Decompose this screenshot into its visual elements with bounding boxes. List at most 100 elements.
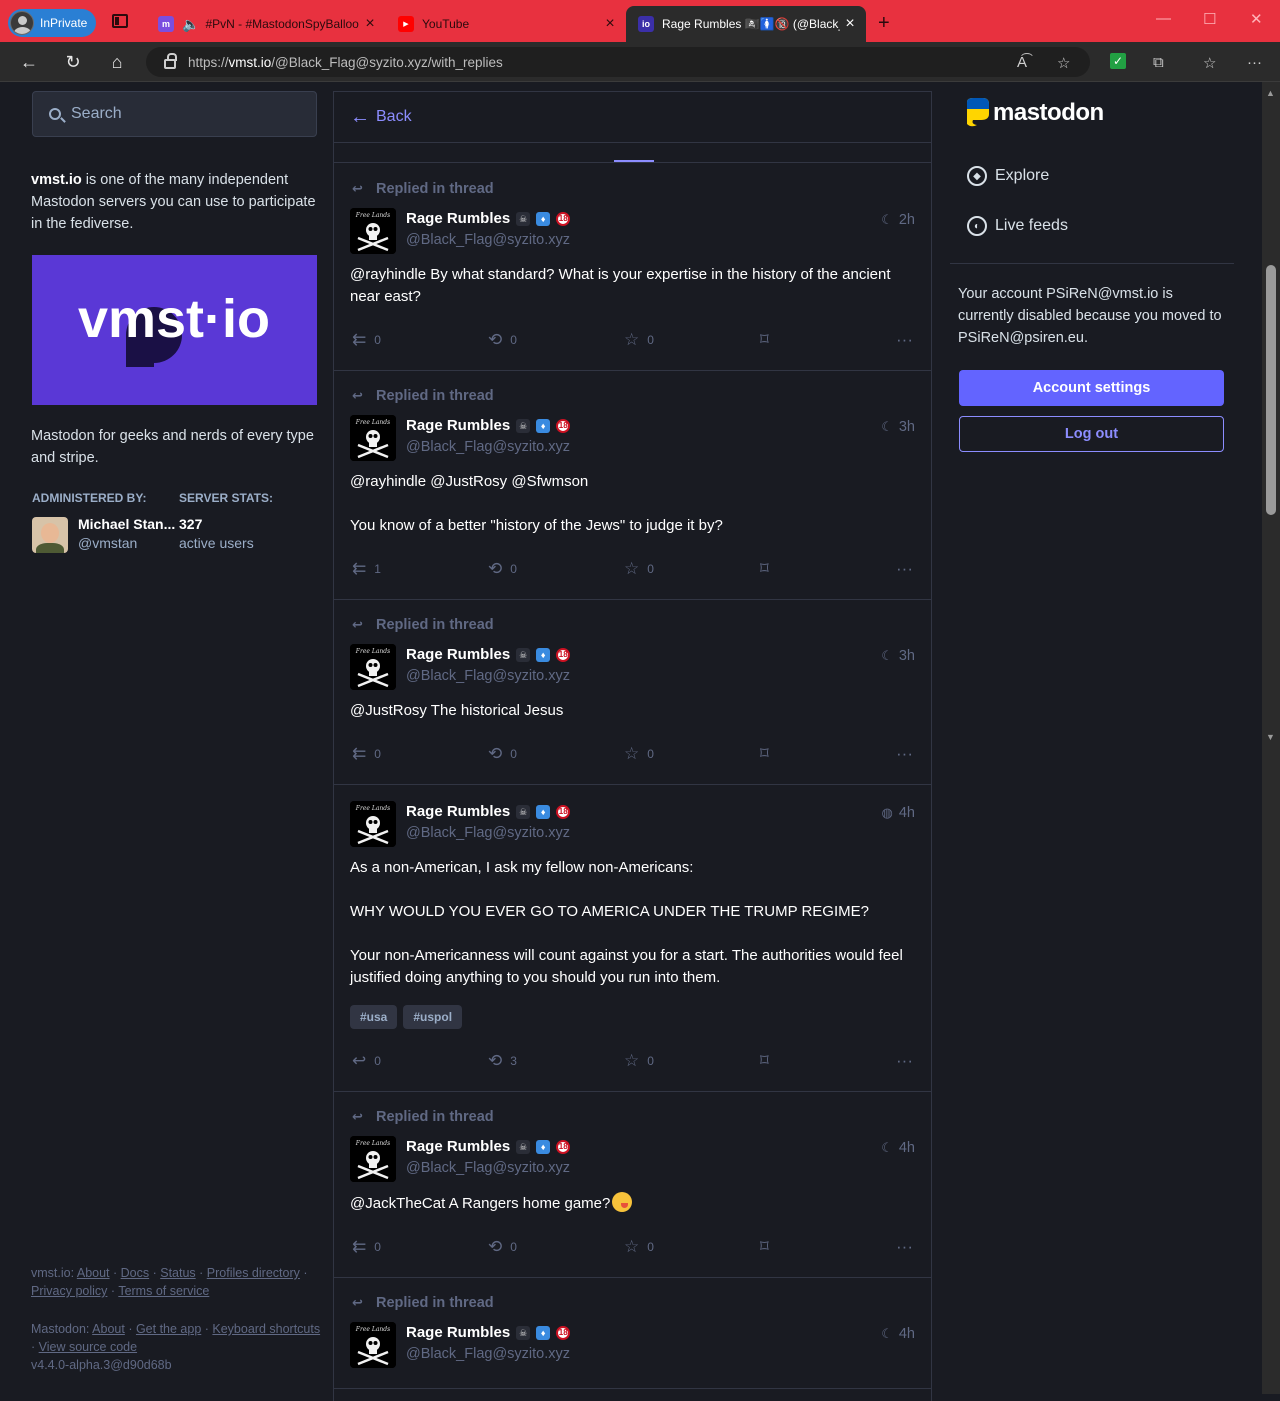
workspaces-icon[interactable]: [112, 14, 128, 28]
status-item[interactable]: ↩ Replied in thread Free Lands Rage Rumbles…: [334, 1092, 931, 1278]
refresh-icon[interactable]: ↻: [61, 50, 85, 74]
favorites-icon[interactable]: ☆: [1203, 54, 1216, 72]
close-window-icon[interactable]: ✕: [1250, 10, 1263, 28]
footer-link-docs[interactable]: Docs: [121, 1266, 149, 1280]
footer-link-get-app[interactable]: Get the app: [136, 1322, 201, 1336]
boost-button[interactable]: ⟲ 3: [488, 1049, 517, 1073]
footer-link-about[interactable]: About: [77, 1266, 110, 1280]
close-tab-icon[interactable]: ×: [360, 15, 380, 33]
back-arrow-icon[interactable]: ←: [17, 50, 41, 74]
tab-rage-rumbles[interactable]: io Rage Rumbles 🏴‍☠️🚺🔞 (@Black_Fl ×: [626, 6, 866, 42]
reply-button[interactable]: ↩ 0: [352, 1049, 381, 1073]
display-name[interactable]: Rage Rumbles ☠ ♦ 18: [406, 417, 571, 434]
reply-button[interactable]: ⇇ 0: [352, 1235, 381, 1259]
search-input[interactable]: Search: [32, 91, 317, 137]
extensions-icon[interactable]: ⧉: [1153, 54, 1164, 71]
hashtag[interactable]: #uspol: [403, 1005, 463, 1029]
minimize-icon[interactable]: —: [1156, 10, 1171, 27]
more-options-button[interactable]: ···: [896, 328, 913, 352]
home-icon[interactable]: ⌂: [105, 50, 129, 74]
speaker-icon[interactable]: 🔈: [182, 16, 199, 33]
avatar[interactable]: Free Lands: [350, 1136, 396, 1182]
extension-check-icon[interactable]: ✓: [1110, 53, 1126, 69]
avatar[interactable]: Free Lands: [350, 644, 396, 690]
favorite-star-icon[interactable]: ☆: [1057, 54, 1070, 72]
display-name[interactable]: Rage Rumbles ☠ ♦ 18: [406, 1324, 571, 1341]
reply-button[interactable]: ⇇ 0: [352, 328, 381, 352]
page-scrollbar[interactable]: ▲ ▼: [1262, 82, 1280, 1394]
avatar[interactable]: Free Lands: [350, 415, 396, 461]
admin-name[interactable]: Michael Stan...: [78, 516, 175, 532]
avatar[interactable]: Free Lands: [350, 801, 396, 847]
log-out-button[interactable]: Log out: [959, 416, 1224, 452]
display-name[interactable]: Rage Rumbles ☠ ♦ 18: [406, 803, 571, 820]
avatar[interactable]: Free Lands: [350, 208, 396, 254]
maximize-icon[interactable]: ☐: [1203, 10, 1216, 28]
more-menu-icon[interactable]: ···: [1247, 54, 1262, 71]
status-timestamp[interactable]: ☾ 4h: [881, 1326, 915, 1342]
bookmark-button[interactable]: ⌑: [760, 557, 769, 581]
more-options-button[interactable]: ···: [896, 1049, 913, 1073]
bookmark-button[interactable]: ⌑: [760, 1235, 769, 1259]
url-bar[interactable]: https://vmst.io/@Black_Flag@syzito.xyz/w…: [146, 47, 1090, 77]
status-timestamp[interactable]: ☾ 2h: [881, 212, 915, 228]
tab-youtube[interactable]: ▶ YouTube ×: [386, 8, 626, 40]
account-settings-button[interactable]: Account settings: [959, 370, 1224, 406]
mastodon-logo[interactable]: mastodon: [963, 98, 1104, 128]
display-name[interactable]: Rage Rumbles ☠ ♦ 18: [406, 210, 571, 227]
lock-icon[interactable]: [164, 53, 177, 69]
footer-link-mastodon-about[interactable]: About: [92, 1322, 125, 1336]
nav-live-feeds[interactable]: ◐ Live feeds: [967, 216, 1068, 236]
new-tab-icon[interactable]: +: [878, 12, 890, 35]
admin-avatar[interactable]: [32, 517, 68, 553]
more-options-button[interactable]: ···: [896, 557, 913, 581]
favourite-button[interactable]: ☆ 0: [624, 328, 654, 352]
footer-link-profiles-directory[interactable]: Profiles directory: [207, 1266, 300, 1280]
footer-link-privacy[interactable]: Privacy policy: [31, 1284, 107, 1298]
display-name[interactable]: Rage Rumbles ☠ ♦ 18: [406, 1138, 571, 1155]
status-item[interactable]: ↩ Replied in thread Free Lands Rage Rumbles…: [334, 371, 931, 600]
favourite-button[interactable]: ☆ 0: [624, 742, 654, 766]
display-name[interactable]: Rage Rumbles ☠ ♦ 18: [406, 646, 571, 663]
status-item[interactable]: ↩ Replied in thread Free Lands Rage Rumbles…: [334, 600, 931, 785]
account-handle[interactable]: @Black_Flag@syzito.xyz: [406, 825, 570, 841]
footer-link-keyboard-shortcuts[interactable]: Keyboard shortcuts: [212, 1322, 320, 1336]
status-timestamp[interactable]: ◍ 4h: [882, 805, 915, 821]
tab-pvn[interactable]: m 🔈 #PvN - #MastodonSpyBalloo ×: [146, 8, 386, 40]
bookmark-button[interactable]: ⌑: [760, 742, 769, 766]
read-aloud-icon[interactable]: A͡: [1017, 54, 1027, 71]
footer-link-source-code[interactable]: View source code: [39, 1340, 137, 1354]
account-handle[interactable]: @Black_Flag@syzito.xyz: [406, 439, 570, 455]
reply-button[interactable]: ⇇ 1: [352, 557, 381, 581]
more-options-button[interactable]: ···: [896, 742, 913, 766]
close-tab-icon[interactable]: ×: [600, 15, 620, 33]
status-timestamp[interactable]: ☾ 4h: [881, 1140, 915, 1156]
nav-explore[interactable]: ◆ Explore: [967, 166, 1049, 186]
boost-button[interactable]: ⟲ 0: [488, 1235, 517, 1259]
boost-button[interactable]: ⟲ 0: [488, 742, 517, 766]
hashtag[interactable]: #usa: [350, 1005, 398, 1029]
status-timestamp[interactable]: ☾ 3h: [881, 419, 915, 435]
bookmark-button[interactable]: ⌑: [760, 328, 769, 352]
account-handle[interactable]: @Black_Flag@syzito.xyz: [406, 1346, 570, 1362]
status-item[interactable]: Free Lands Rage Rumbles ☠ ♦ 18 @Black_Flag@sy…: [334, 785, 931, 1092]
favourite-button[interactable]: ☆ 0: [624, 1049, 654, 1073]
column-back-button[interactable]: ← Back: [334, 91, 931, 143]
status-timestamp[interactable]: ☾ 3h: [881, 648, 915, 664]
account-handle[interactable]: @Black_Flag@syzito.xyz: [406, 1160, 570, 1176]
favourite-button[interactable]: ☆ 0: [624, 557, 654, 581]
inprivate-badge[interactable]: InPrivate: [8, 9, 96, 37]
boost-button[interactable]: ⟲ 0: [488, 557, 517, 581]
favourite-button[interactable]: ☆ 0: [624, 1235, 654, 1259]
close-tab-icon[interactable]: ×: [840, 15, 860, 33]
bookmark-button[interactable]: ⌑: [760, 1049, 769, 1073]
account-handle[interactable]: @Black_Flag@syzito.xyz: [406, 668, 570, 684]
scroll-down-icon[interactable]: ▼: [1266, 84, 1275, 1390]
status-item[interactable]: ↩ Replied in thread Free Lands Rage Rumbles…: [334, 164, 931, 371]
reply-button[interactable]: ⇇ 0: [352, 742, 381, 766]
admin-acct[interactable]: @vmstan: [78, 535, 137, 551]
boost-button[interactable]: ⟲ 0: [488, 328, 517, 352]
footer-link-terms[interactable]: Terms of service: [118, 1284, 209, 1298]
status-item[interactable]: ↩ Replied in thread Free Lands Rage Rumbles…: [334, 1278, 931, 1389]
footer-link-status[interactable]: Status: [160, 1266, 195, 1280]
